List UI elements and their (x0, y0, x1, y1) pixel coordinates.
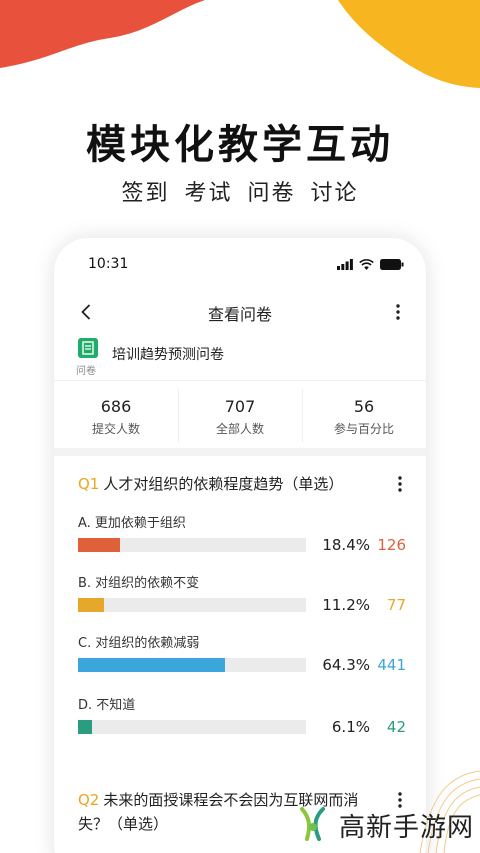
more-vertical-icon (398, 476, 402, 492)
stat-participation: 56 参与百分比 (302, 381, 426, 448)
survey-header: 问卷 培训趋势预测问卷 (76, 336, 406, 377)
option-percent: 6.1% (331, 718, 370, 736)
watermark: 高新手游网 (293, 803, 474, 847)
question-number: Q2 (78, 791, 100, 809)
stat-value: 56 (353, 397, 375, 416)
decorative-red-blob (0, 0, 205, 68)
survey-name: 培训趋势预测问卷 (112, 347, 224, 363)
option-bar-track (78, 658, 306, 672)
status-time: 10:31 (88, 256, 129, 272)
option-c: C. 对组织的依赖减弱 64.3% 441 (78, 632, 408, 680)
option-count: 42 (386, 718, 406, 736)
option-a: A. 更加依赖于组织 18.4% 126 (78, 512, 408, 560)
option-bar-track (78, 720, 306, 734)
hero-title: 模块化教学互动 (86, 122, 394, 168)
option-bar-fill (78, 658, 225, 672)
option-bar-fill (78, 720, 92, 734)
option-bar-fill (78, 538, 120, 552)
watermark-logo-icon (294, 805, 331, 846)
stat-total: 707 全部人数 (178, 381, 302, 448)
option-bar-fill (78, 598, 104, 612)
option-b: B. 对组织的依赖不变 11.2% 77 (78, 572, 408, 620)
option-label: A. 更加依赖于组织 (78, 516, 186, 531)
option-d: D. 不知道 6.1% 42 (78, 694, 408, 742)
survey-icon-label: 问卷 (76, 366, 96, 377)
stat-submitted: 686 提交人数 (54, 381, 178, 448)
phone-mockup: 10:31 查看问卷 问卷 培训趋势预测问卷 686 提交人数 707 全部人数… (54, 238, 426, 853)
watermark-text: 高新手游网 (338, 812, 474, 843)
question-more-button[interactable] (392, 474, 408, 494)
option-percent: 18.4% (322, 536, 370, 554)
option-count: 77 (386, 596, 406, 614)
option-percent: 11.2% (322, 596, 370, 614)
battery-icon (380, 259, 404, 270)
question-number: Q1 (78, 475, 100, 493)
survey-icon (78, 338, 98, 358)
question-title: Q1 人才对组织的依赖程度趋势（单选） (78, 472, 408, 496)
stat-label: 提交人数 (91, 422, 140, 436)
option-label: B. 对组织的依赖不变 (78, 576, 200, 591)
option-count: 441 (377, 656, 406, 674)
more-options-button[interactable] (388, 298, 408, 326)
status-icons (337, 259, 404, 270)
stat-value: 686 (100, 397, 132, 416)
page-title: 查看问卷 (207, 305, 272, 324)
option-label: C. 对组织的依赖减弱 (78, 636, 200, 651)
option-bar-track (78, 538, 306, 552)
option-percent: 64.3% (322, 656, 370, 674)
stat-label: 参与百分比 (333, 422, 394, 436)
hero-subtitle: 签到 考试 问卷 讨论 (121, 181, 359, 206)
stat-label: 全部人数 (215, 422, 264, 436)
question-1: Q1 人才对组织的依赖程度趋势（单选） (78, 472, 408, 496)
option-bar-track (78, 598, 306, 612)
question-text: 人才对组织的依赖程度趋势（单选） (103, 475, 344, 493)
wifi-icon (359, 259, 374, 270)
nav-bar: 查看问卷 (54, 294, 426, 330)
option-count: 126 (377, 536, 406, 554)
more-vertical-icon (396, 304, 400, 320)
status-bar: 10:31 (54, 256, 426, 276)
signal-icon (337, 259, 353, 270)
decorative-yellow-blob (338, 0, 480, 88)
stat-value: 707 (224, 397, 256, 416)
option-label: D. 不知道 (78, 698, 136, 713)
section-divider (54, 448, 426, 456)
stats-row: 686 提交人数 707 全部人数 56 参与百分比 (54, 380, 426, 448)
